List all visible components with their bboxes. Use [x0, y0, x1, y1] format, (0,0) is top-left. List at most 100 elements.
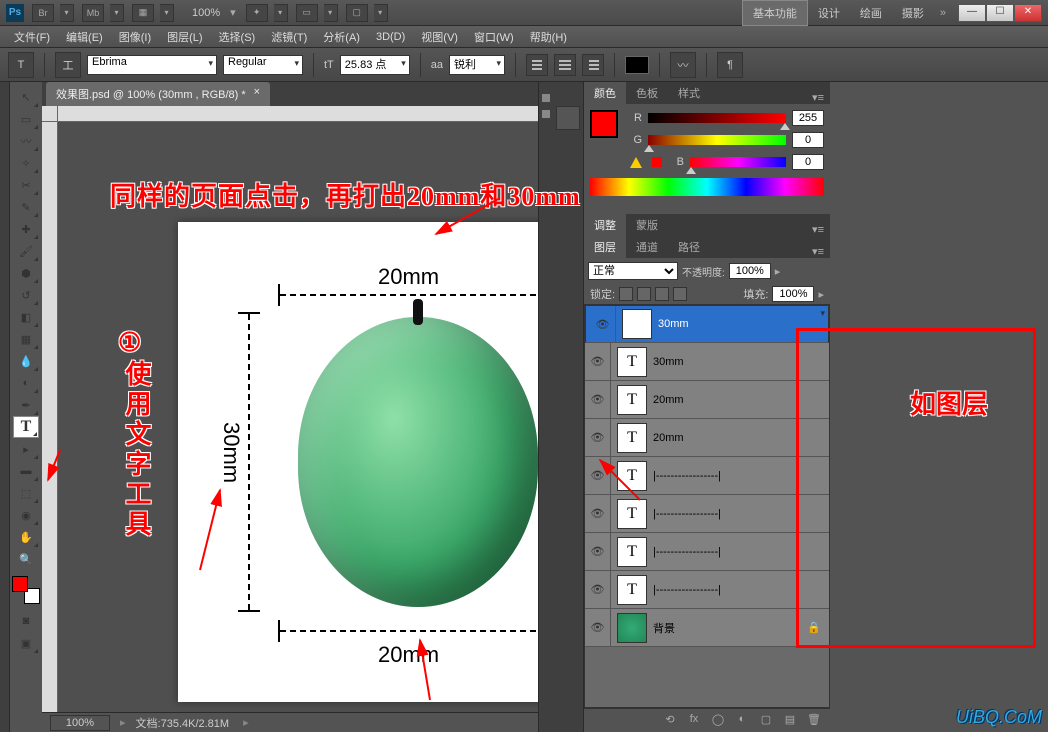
blur-tool[interactable]: 💧 — [13, 350, 39, 372]
tab-swatches[interactable]: 色板 — [626, 82, 668, 104]
layer-thumbnail[interactable]: T — [617, 575, 647, 605]
lock-position-icon[interactable] — [655, 287, 669, 301]
layer-thumbnail[interactable]: T — [617, 385, 647, 415]
fill-dropdown-icon[interactable]: ▸ — [818, 288, 824, 301]
visibility-icon[interactable]: 👁 — [590, 306, 616, 342]
panel-menu-icon[interactable]: ▾≡ — [806, 91, 830, 104]
3d-camera-tool[interactable]: ◉ — [13, 504, 39, 526]
healing-tool[interactable]: ✚ — [13, 218, 39, 240]
document-tab[interactable]: 效果图.psd @ 100% (30mm , RGB/8) * × — [46, 82, 270, 106]
group-icon[interactable]: ▢ — [758, 713, 774, 729]
stamp-tool[interactable]: ⬢ — [13, 262, 39, 284]
hand-tool[interactable]: ✋ — [13, 526, 39, 548]
text-orientation-icon[interactable]: 工 — [55, 52, 81, 78]
move-tool[interactable]: ↖ — [13, 86, 39, 108]
screen-dropdown[interactable]: ▾ — [374, 4, 388, 22]
minibridge-icon[interactable]: Mb — [82, 4, 104, 22]
layer-row[interactable]: 👁T30mm — [585, 343, 829, 381]
shape-tool[interactable]: ▬ — [13, 460, 39, 482]
crop-tool[interactable]: ✂ — [13, 174, 39, 196]
workspace-design[interactable]: 设计 — [808, 1, 850, 25]
menu-analysis[interactable]: 分析(A) — [315, 29, 368, 45]
lock-pixels-icon[interactable] — [637, 287, 651, 301]
quickmask-tool[interactable]: ◙ — [13, 610, 39, 632]
canvas[interactable]: 20mm 20mm 30mm 30mm — [42, 106, 538, 712]
viewextras-dropdown[interactable]: ▾ — [160, 4, 174, 22]
status-zoom[interactable] — [50, 715, 110, 731]
zoom-level[interactable]: 100% — [192, 7, 220, 19]
visibility-icon[interactable]: 👁 — [585, 609, 611, 646]
layer-row[interactable]: 👁T20mm — [585, 381, 829, 419]
layer-row[interactable]: 👁背景🔒 — [585, 609, 829, 647]
collapsed-panel-column[interactable] — [552, 82, 584, 732]
visibility-icon[interactable]: 👁 — [585, 381, 611, 418]
layer-name[interactable]: 背景 — [653, 620, 799, 636]
gradient-tool[interactable]: ▦ — [13, 328, 39, 350]
tab-mask[interactable]: 蒙版 — [626, 214, 668, 236]
menu-edit[interactable]: 编辑(E) — [58, 29, 111, 45]
minibridge-dropdown[interactable]: ▾ — [110, 4, 124, 22]
opacity-input[interactable] — [729, 263, 771, 279]
layer-list[interactable]: 👁T30mm👁T30mm👁T20mm👁T20mm👁T|-------------… — [584, 304, 830, 708]
color-picker[interactable] — [12, 576, 40, 604]
menu-filter[interactable]: 滤镜(T) — [263, 29, 315, 45]
zoom-dropdown-icon[interactable]: ▾ — [230, 6, 236, 19]
color-fg-swatch[interactable] — [590, 110, 618, 138]
panel-menu-icon[interactable]: ▾≡ — [806, 245, 830, 258]
workspace-basic[interactable]: 基本功能 — [742, 0, 808, 26]
font-weight-select[interactable]: Regular — [223, 55, 303, 75]
layer-thumbnail[interactable]: T — [622, 309, 652, 339]
arrange-icon[interactable]: ▭ — [296, 4, 318, 22]
warp-text-icon[interactable]: 〰 — [670, 52, 696, 78]
visibility-icon[interactable]: 👁 — [585, 571, 611, 608]
layer-thumbnail[interactable]: T — [617, 499, 647, 529]
blend-mode-select[interactable]: 正常 — [588, 262, 678, 280]
menu-help[interactable]: 帮助(H) — [522, 29, 575, 45]
dock-strip-right[interactable] — [538, 82, 552, 732]
path-select-tool[interactable]: ▸ — [13, 438, 39, 460]
visibility-icon[interactable]: 👁 — [585, 419, 611, 456]
layer-thumbnail[interactable]: T — [617, 347, 647, 377]
tab-paths[interactable]: 路径 — [668, 236, 710, 258]
visibility-icon[interactable]: 👁 — [585, 343, 611, 380]
layer-thumbnail[interactable]: T — [617, 423, 647, 453]
status-dropdown-icon[interactable]: ▸ — [243, 716, 249, 729]
menu-3d[interactable]: 3D(D) — [368, 31, 413, 43]
tab-close-icon[interactable]: × — [254, 86, 260, 102]
tool-preset-icon[interactable]: T — [8, 52, 34, 78]
screenmode-tool[interactable]: ▣ — [13, 632, 39, 654]
menu-layer[interactable]: 图层(L) — [159, 29, 210, 45]
b-value[interactable] — [792, 154, 824, 170]
lock-transparent-icon[interactable] — [619, 287, 633, 301]
arrange-dropdown[interactable]: ▾ — [324, 4, 338, 22]
hand-dropdown[interactable]: ▾ — [274, 4, 288, 22]
eyedropper-tool[interactable]: ✎ — [13, 196, 39, 218]
layer-row[interactable]: 👁T|-----------------| — [585, 457, 829, 495]
adjustment-icon[interactable]: ◐ — [734, 713, 750, 729]
viewextras-icon[interactable]: ▦ — [132, 4, 154, 22]
menu-window[interactable]: 窗口(W) — [466, 29, 522, 45]
fx-icon[interactable]: fx — [686, 713, 702, 729]
bridge-icon[interactable]: Br — [32, 4, 54, 22]
opacity-dropdown-icon[interactable]: ▸ — [775, 265, 781, 278]
layer-thumbnail[interactable]: T — [617, 537, 647, 567]
menu-image[interactable]: 图像(I) — [111, 29, 159, 45]
ruler-vertical[interactable] — [42, 122, 58, 712]
layer-row[interactable]: 👁T 30mm — [585, 305, 829, 343]
marquee-tool[interactable]: ▭ — [13, 108, 39, 130]
workspace-more-icon[interactable]: » — [940, 7, 946, 19]
layer-thumbnail[interactable] — [617, 613, 647, 643]
layer-name[interactable]: 30mm — [658, 318, 810, 330]
delete-layer-icon[interactable]: 🗑 — [806, 713, 822, 729]
lasso-tool[interactable]: 〰 — [13, 130, 39, 152]
visibility-icon[interactable]: 👁 — [585, 495, 611, 532]
r-slider[interactable] — [648, 113, 786, 123]
text-tool[interactable]: T — [13, 416, 39, 438]
menu-file[interactable]: 文件(F) — [6, 29, 58, 45]
fill-input[interactable] — [772, 286, 814, 302]
maximize-button[interactable]: ☐ — [986, 4, 1014, 22]
workspace-paint[interactable]: 绘画 — [850, 1, 892, 25]
screen-icon[interactable]: ▢ — [346, 4, 368, 22]
text-color-swatch[interactable] — [625, 56, 649, 74]
eraser-tool[interactable]: ◧ — [13, 306, 39, 328]
